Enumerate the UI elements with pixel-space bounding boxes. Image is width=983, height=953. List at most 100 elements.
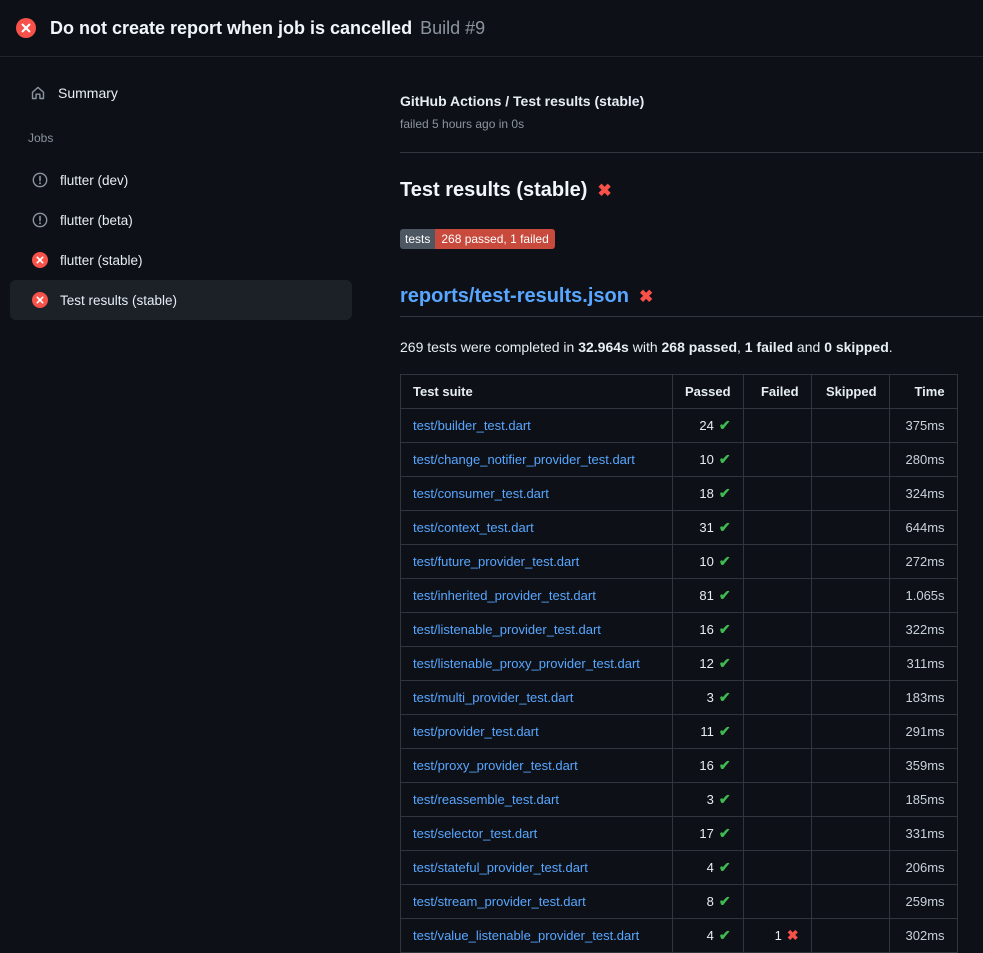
main-content: GitHub Actions / Test results (stable) f… — [362, 57, 983, 950]
time-cell: 644ms — [889, 511, 957, 545]
summary-segment: . — [889, 339, 893, 355]
table-row: test/listenable_provider_test.dart16✔322… — [401, 613, 958, 647]
run-header: Do not create report when job is cancell… — [0, 0, 983, 57]
suite-cell: test/context_test.dart — [401, 511, 673, 545]
suite-link[interactable]: test/multi_provider_test.dart — [413, 690, 573, 705]
time-cell: 375ms — [889, 409, 957, 443]
summary-segment: and — [793, 339, 824, 355]
sidebar-item-flutter-stable[interactable]: flutter (stable) — [10, 240, 352, 280]
skipped-cell — [811, 817, 889, 851]
table-row: test/inherited_provider_test.dart 81✔ 1.06… — [401, 579, 958, 613]
suite-link[interactable]: test/listenable_proxy_provider_test.dart — [413, 656, 640, 671]
skipped-cell — [811, 511, 889, 545]
summary-segment: 1 failed — [745, 339, 793, 355]
skipped-cell — [811, 579, 889, 613]
sidebar-summary-label: Summary — [58, 85, 118, 101]
failed-cell — [743, 613, 811, 647]
run-title: Do not create report when job is cancell… — [50, 18, 412, 39]
check-icon: ✔ — [719, 927, 731, 943]
skipped-cell — [811, 681, 889, 715]
table-row: test/provider_test.dart11✔291ms — [401, 715, 958, 749]
time-cell: 331ms — [889, 817, 957, 851]
column-header-passed: Passed — [673, 375, 744, 409]
suite-link[interactable]: test/reassemble_test.dart — [413, 792, 559, 807]
skipped-cell — [811, 613, 889, 647]
suite-link[interactable]: test/builder_test.dart — [413, 418, 531, 433]
exclamation-circle-icon — [32, 172, 48, 188]
suite-link[interactable]: test/selector_test.dart — [413, 826, 537, 841]
suite-link[interactable]: test/context_test.dart — [413, 520, 534, 535]
passed-cell: 18✔ — [673, 477, 744, 511]
suite-link[interactable]: test/stateful_provider_test.dart — [413, 860, 588, 875]
report-file-link[interactable]: reports/test-results.json — [400, 285, 629, 308]
table-row: test/value_listenable_provider_test.dart… — [401, 919, 958, 953]
passed-cell: 3✔ — [673, 681, 744, 715]
passed-cell: 81✔ — [673, 579, 744, 613]
summary-segment: , — [737, 339, 745, 355]
failed-cell — [743, 545, 811, 579]
suite-cell: test/listenable_proxy_provider_test.dart — [401, 647, 673, 681]
time-cell: 185ms — [889, 783, 957, 817]
table-row: test/future_provider_test.dart10✔272ms — [401, 545, 958, 579]
suite-link[interactable]: test/consumer_test.dart — [413, 486, 549, 501]
sidebar-item-flutter-dev[interactable]: flutter (dev) — [10, 160, 352, 200]
time-cell: 359ms — [889, 749, 957, 783]
jobs-list: flutter (dev)flutter (beta)flutter (stab… — [0, 160, 362, 320]
sidebar-item-summary[interactable]: Summary — [0, 77, 362, 109]
passed-cell: 24✔ — [673, 409, 744, 443]
suite-cell: test/reassemble_test.dart — [401, 783, 673, 817]
failed-cell — [743, 579, 811, 613]
suite-link[interactable]: test/stream_provider_test.dart — [413, 894, 586, 909]
skipped-cell — [811, 749, 889, 783]
time-cell: 311ms — [889, 647, 957, 681]
suite-cell: test/multi_provider_test.dart — [401, 681, 673, 715]
suite-cell: test/future_provider_test.dart — [401, 545, 673, 579]
summary-line: 269 tests were completed in 32.964s with… — [400, 339, 983, 355]
check-icon: ✔ — [719, 825, 731, 841]
check-icon: ✔ — [719, 893, 731, 909]
suite-link[interactable]: test/proxy_provider_test.dart — [413, 758, 578, 773]
suite-link[interactable]: test/provider_test.dart — [413, 724, 539, 739]
suite-cell: test/change_notifier_provider_test.dart — [401, 443, 673, 477]
suite-link[interactable]: test/future_provider_test.dart — [413, 554, 579, 569]
check-icon: ✔ — [719, 859, 731, 875]
check-icon: ✔ — [719, 519, 731, 535]
failed-cell — [743, 749, 811, 783]
passed-cell: 17✔ — [673, 817, 744, 851]
suite-cell: test/selector_test.dart — [401, 817, 673, 851]
failed-cell — [743, 681, 811, 715]
time-cell: 322ms — [889, 613, 957, 647]
skipped-cell — [811, 647, 889, 681]
suite-cell: test/value_listenable_provider_test.dart — [401, 919, 673, 953]
passed-cell: 4✔ — [673, 919, 744, 953]
time-cell: 291ms — [889, 715, 957, 749]
suite-link[interactable]: test/change_notifier_provider_test.dart — [413, 452, 635, 467]
suite-cell: test/consumer_test.dart — [401, 477, 673, 511]
table-row: test/consumer_test.dart18✔324ms — [401, 477, 958, 511]
run-meta: failed 5 hours ago in 0s — [400, 117, 983, 131]
x-circle-icon — [16, 18, 36, 38]
exclamation-circle-icon — [32, 212, 48, 228]
check-icon: ✔ — [719, 417, 731, 433]
check-icon: ✔ — [719, 757, 731, 773]
table-row: test/context_test.dart31✔644ms — [401, 511, 958, 545]
sidebar-item-test-results-stable[interactable]: Test results (stable) — [10, 280, 352, 320]
sidebar-item-flutter-beta[interactable]: flutter (beta) — [10, 200, 352, 240]
x-icon: ✖ — [639, 288, 653, 305]
time-cell: 1.065s — [889, 579, 957, 613]
section-title: Test results (stable) ✖ — [400, 179, 983, 202]
suite-link[interactable]: test/inherited_provider_test.dart — [413, 588, 596, 603]
check-icon: ✔ — [719, 621, 731, 637]
skipped-cell — [811, 477, 889, 511]
time-cell: 280ms — [889, 443, 957, 477]
breadcrumb: GitHub Actions / Test results (stable) — [400, 93, 983, 109]
time-cell: 183ms — [889, 681, 957, 715]
time-cell: 259ms — [889, 885, 957, 919]
suite-link[interactable]: test/listenable_provider_test.dart — [413, 622, 601, 637]
suite-link[interactable]: test/value_listenable_provider_test.dart — [413, 928, 639, 943]
passed-cell: 10✔ — [673, 443, 744, 477]
skipped-cell — [811, 715, 889, 749]
tests-badge-value: 268 passed, 1 failed — [435, 229, 554, 249]
suite-cell: test/stream_provider_test.dart — [401, 885, 673, 919]
failed-cell: 1✖ — [743, 919, 811, 953]
